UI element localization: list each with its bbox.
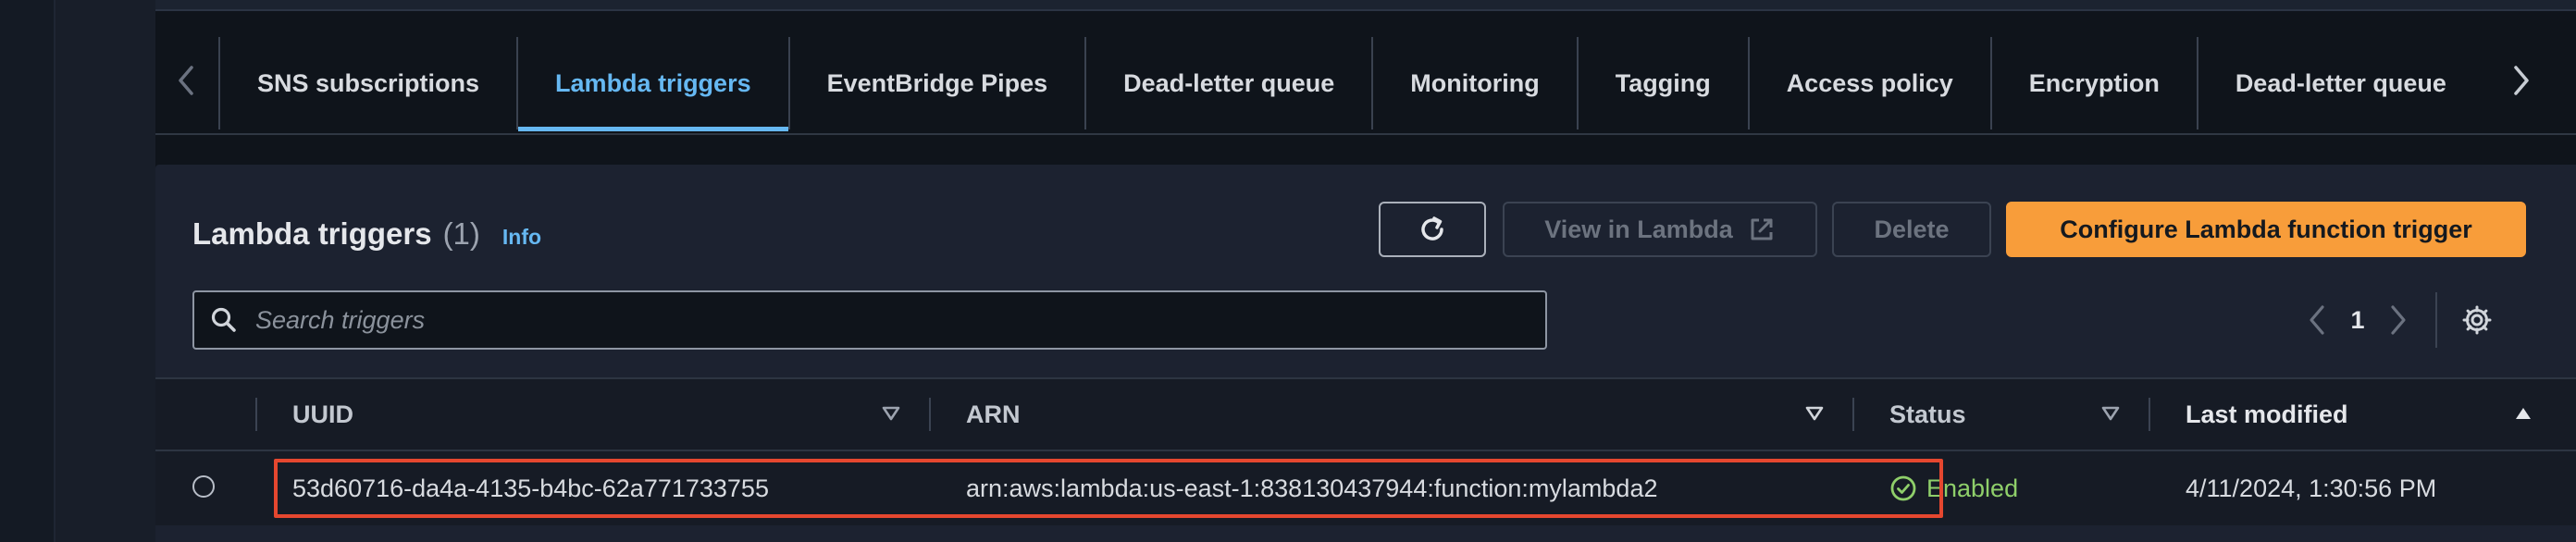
tab-label: Access policy [1786,68,1953,97]
column-separator [1852,398,1854,431]
tab-label: Lambda triggers [555,68,751,97]
tab-label: SNS subscriptions [257,68,480,97]
sort-last-modified-button[interactable] [2509,400,2537,427]
tab-label: Encryption [2028,68,2160,97]
tab-label: Dead-letter queue [2235,68,2446,97]
tab-label: Dead-letter queue [1123,68,1335,97]
previous-page-button[interactable] [2293,292,2341,348]
lambda-triggers-panel: Lambda triggers (1) Info View in Lambda [155,165,2576,542]
table-preferences-button[interactable] [2454,292,2500,348]
uuid-column-header[interactable]: UUID [292,379,353,450]
configure-label: Configure Lambda function trigger [2060,215,2472,243]
column-separator [255,398,257,431]
left-navigation-rail [0,0,56,542]
lambda-triggers-table: UUID ARN Status Last modified 53d60716-d… [155,377,2576,525]
tab-label: Monitoring [1410,68,1540,97]
sort-triangle-down-icon [1805,406,1824,421]
tabs-scroll-left-button[interactable] [165,59,207,102]
selection-column-header [155,379,255,450]
gear-icon [2462,305,2492,335]
check-circle-icon [1890,475,1916,501]
sort-arn-button[interactable] [1801,400,1828,427]
sort-triangle-down-icon [2101,406,2120,421]
chevron-right-icon [2391,305,2406,335]
screen: SNS subscriptions Lambda triggers EventB… [0,0,2576,542]
column-separator [2149,398,2150,431]
status-column-header[interactable]: Status [1889,379,1966,450]
tab-eventbridge-pipes[interactable]: EventBridge Pipes [787,37,1085,129]
sort-status-button[interactable] [2097,400,2124,427]
panel-title: Lambda triggers (1) Info [192,216,541,252]
tab-label: Tagging [1615,68,1711,97]
search-input[interactable] [254,304,1534,336]
external-link-icon [1751,218,1773,240]
tab-label: EventBridge Pipes [826,68,1048,97]
delete-label: Delete [1874,215,1950,243]
chevron-left-icon [2310,305,2324,335]
tab-dead-letter-queue-redrive[interactable]: Dead-letter queue [2196,37,2476,129]
arn-column-header[interactable]: ARN [966,379,1021,450]
trigger-count: (1) [442,216,480,251]
status-cell: Enabled [1889,451,2018,525]
table-header: UUID ARN Status Last modified [155,377,2576,451]
tab-access-policy[interactable]: Access policy [1747,37,1990,129]
status-text: Enabled [1926,474,2019,502]
tab-sns-subscriptions[interactable]: SNS subscriptions [218,37,516,129]
refresh-button[interactable] [1379,202,1486,257]
arn-cell: arn:aws:lambda:us-east-1:838130437944:fu… [966,474,1658,502]
tab-tagging[interactable]: Tagging [1576,37,1748,129]
tab-lambda-triggers[interactable]: Lambda triggers [516,37,788,131]
pagination: 1 [2293,287,2500,353]
search-triggers-field[interactable] [192,290,1547,350]
sort-uuid-button[interactable] [877,400,905,427]
next-page-button[interactable] [2374,292,2422,348]
info-link[interactable]: Info [502,225,541,250]
configure-lambda-trigger-button[interactable]: Configure Lambda function trigger [2006,202,2526,257]
pagination-divider [2435,292,2437,348]
chevron-left-icon [179,66,193,95]
refresh-icon [1421,216,1443,240]
previous-panel-edge [155,0,2576,11]
tab-list: SNS subscriptions Lambda triggers EventB… [218,37,2476,133]
column-separator [929,398,931,431]
tab-encryption[interactable]: Encryption [1989,37,2197,129]
sort-triangle-down-icon [882,406,900,421]
uuid-cell: 53d60716-da4a-4135-b4bc-62a771733755 [292,474,769,502]
tab-dead-letter-queue[interactable]: Dead-letter queue [1084,37,1371,129]
sort-ascending-icon [2516,408,2531,419]
tabs-scroll-right-button[interactable] [2500,59,2543,102]
current-page-number[interactable]: 1 [2341,306,2374,335]
view-in-lambda-button[interactable]: View in Lambda [1503,202,1817,257]
view-in-lambda-label: View in Lambda [1544,215,1733,243]
last-modified-column-header[interactable]: Last modified [2186,379,2348,450]
table-row[interactable]: 53d60716-da4a-4135-b4bc-62a771733755 arn… [155,451,2576,525]
chevron-right-icon [2514,66,2529,95]
search-icon [194,292,254,348]
last-modified-cell: 4/11/2024, 1:30:56 PM [2186,474,2437,502]
delete-button[interactable]: Delete [1832,202,1991,257]
queue-details-content: SNS subscriptions Lambda triggers EventB… [155,0,2576,542]
tab-monitoring[interactable]: Monitoring [1371,37,1576,129]
panel-title-text: Lambda triggers [192,216,432,251]
details-tabs: SNS subscriptions Lambda triggers EventB… [155,37,2576,135]
row-select-radio[interactable] [192,475,215,498]
